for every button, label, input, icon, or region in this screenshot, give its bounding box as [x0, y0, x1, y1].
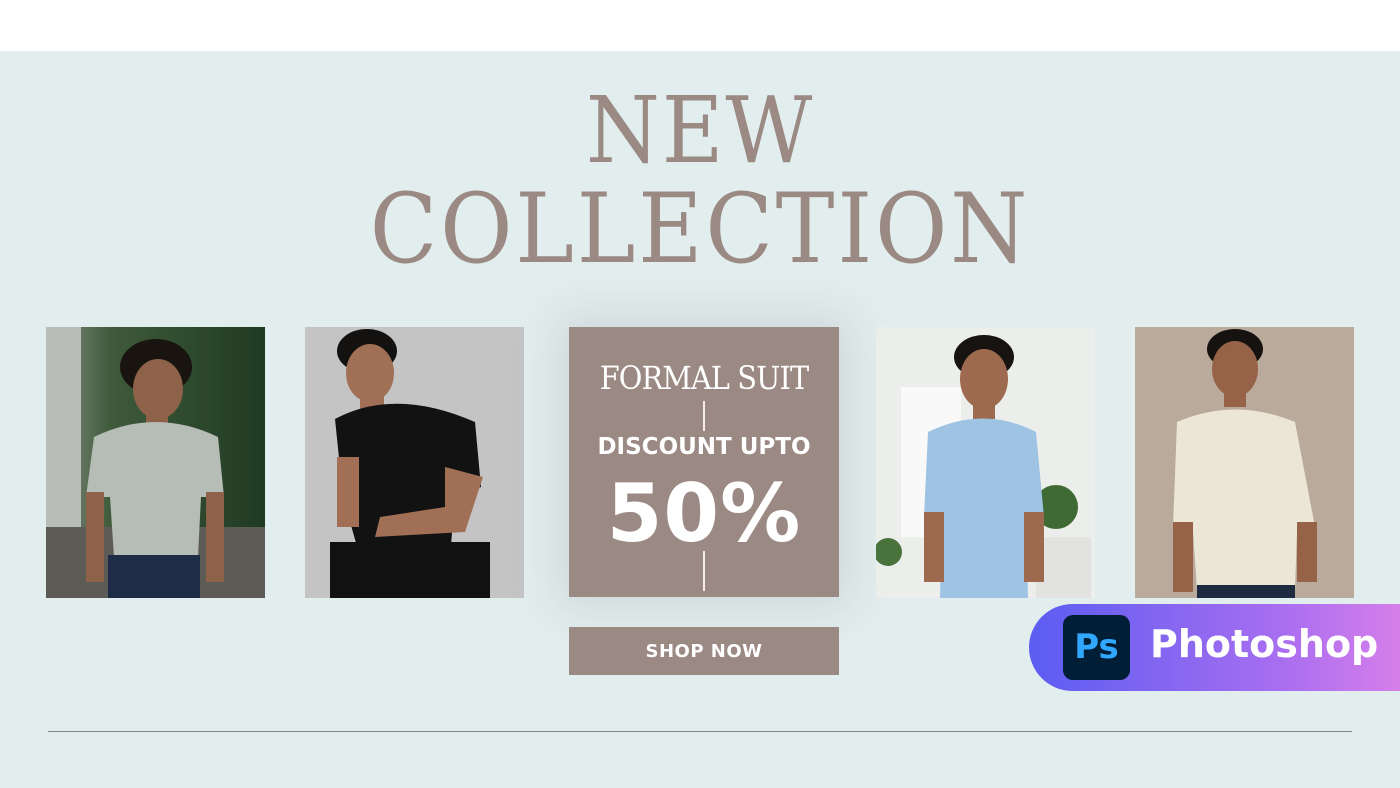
promo-title: FORMAL SUIT: [599, 359, 809, 397]
shop-now-button[interactable]: SHOP NOW: [569, 627, 839, 675]
photoshop-logo-icon: Ps: [1063, 615, 1130, 680]
model-photo-blue-shirt: [876, 327, 1095, 598]
banner: NEW COLLECTION FORMAL SUIT DISCOUNT UPTO…: [0, 51, 1400, 788]
promo-divider-top: [703, 401, 705, 431]
model-photo-gray-tee: [46, 327, 265, 598]
photoshop-badge: Ps Photoshop: [1029, 604, 1400, 691]
model-photo-black-tee: [305, 327, 524, 598]
promo-discount-value: 50%: [606, 467, 802, 560]
promo-divider-bottom: [703, 551, 705, 591]
headline-new: NEW: [585, 77, 815, 184]
headline-collection: COLLECTION: [369, 173, 1031, 285]
bottom-divider: [48, 731, 1352, 732]
promo-discount-label: DISCOUNT UPTO: [597, 434, 811, 460]
photoshop-badge-label: Photoshop: [1150, 622, 1379, 666]
promo-card: FORMAL SUIT DISCOUNT UPTO 50%: [569, 327, 839, 597]
model-photo-cream-shirt: [1135, 327, 1354, 598]
